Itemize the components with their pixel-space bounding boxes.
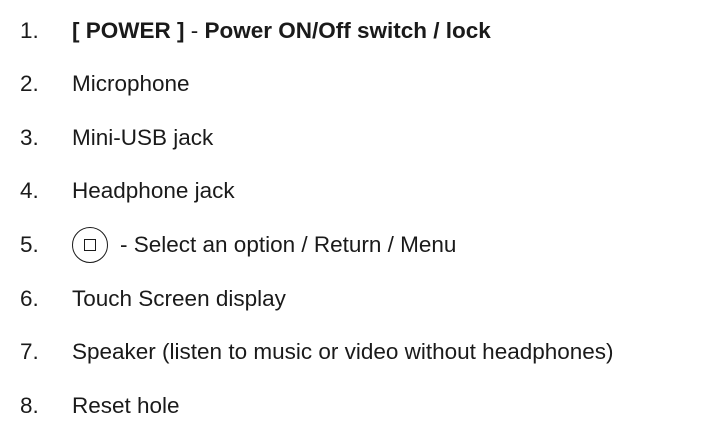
item-number: 3. — [20, 124, 39, 150]
item-label: - Select an option / Return / Menu — [120, 231, 457, 257]
list-item-speaker: 7. Speaker (listen to music or video wit… — [20, 326, 614, 380]
list-item-reset-hole: 8. Reset hole — [20, 379, 614, 433]
item-label: Reset hole — [72, 392, 180, 418]
item-label: Speaker (listen to music or video withou… — [72, 339, 614, 365]
menu-button-icon — [72, 227, 108, 264]
item-label: [ POWER ] - Power ON/Off switch / lock — [72, 17, 491, 43]
list-item-microphone: 2. Microphone — [20, 58, 614, 112]
list-item-power: 1. [ POWER ] - Power ON/Off switch / loc… — [20, 4, 614, 58]
item-number: 2. — [20, 71, 39, 97]
item-number: 8. — [20, 392, 39, 418]
item-number: 5. — [20, 231, 39, 257]
square-icon — [84, 239, 96, 252]
power-description: Power ON/Off switch / lock — [204, 17, 491, 43]
list-item-menu-button: 5. - Select an option / Return / Menu — [20, 218, 614, 272]
device-parts-list: 1. [ POWER ] - Power ON/Off switch / loc… — [20, 4, 614, 433]
item-label: Headphone jack — [72, 178, 235, 204]
item-number: 1. — [20, 17, 39, 43]
list-item-touch-screen: 6. Touch Screen display — [20, 272, 614, 326]
item-number: 6. — [20, 285, 39, 311]
power-key-label: [ POWER ] — [72, 17, 185, 43]
separator: - — [184, 17, 205, 43]
item-number: 7. — [20, 339, 39, 365]
list-item-headphone-jack: 4. Headphone jack — [20, 165, 614, 219]
item-number: 4. — [20, 178, 39, 204]
item-label: Touch Screen display — [72, 285, 286, 311]
item-label: Mini-USB jack — [72, 124, 214, 150]
item-label: Microphone — [72, 71, 190, 97]
list-item-mini-usb: 3. Mini-USB jack — [20, 111, 614, 165]
